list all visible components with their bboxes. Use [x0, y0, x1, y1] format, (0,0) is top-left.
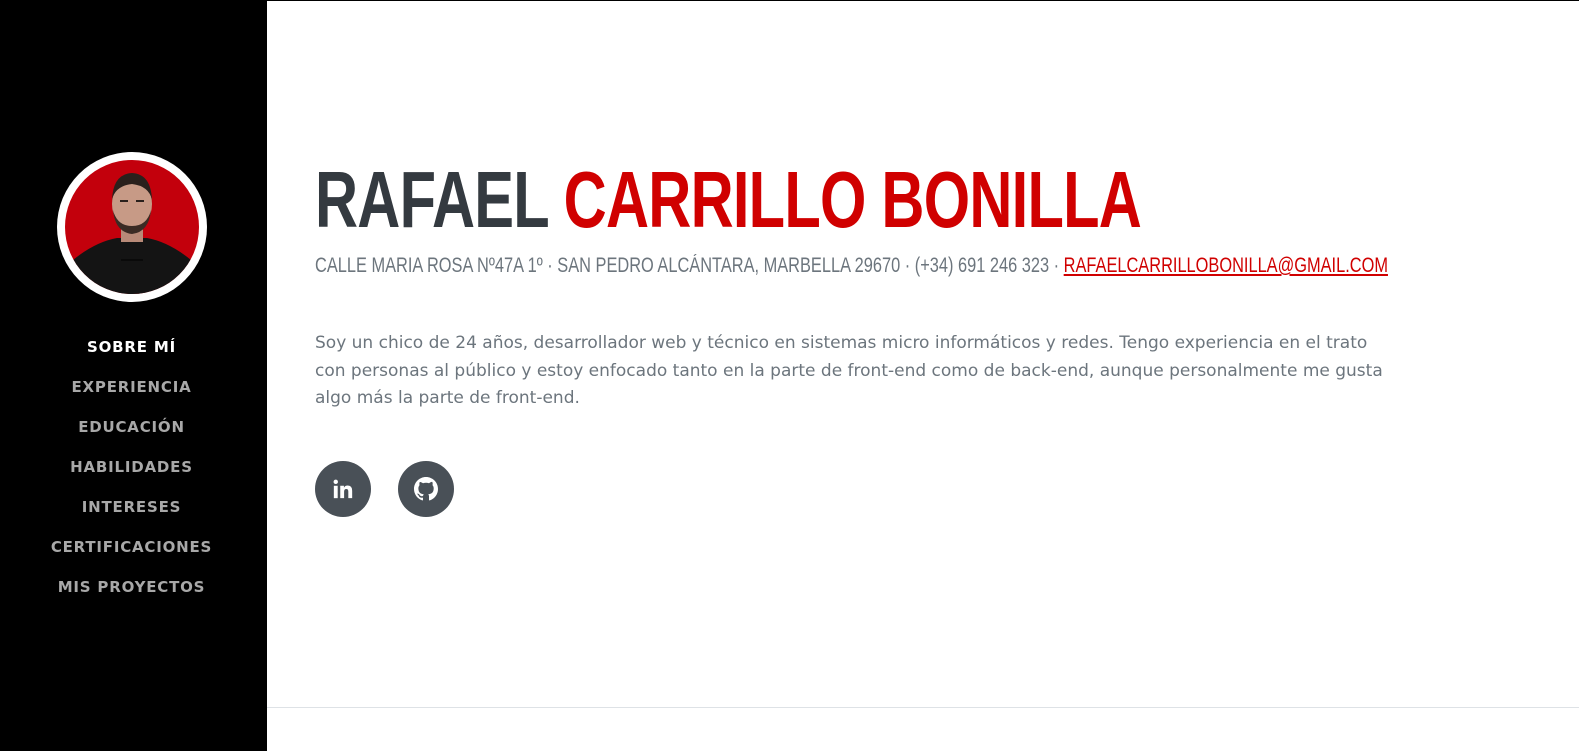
avatar: [57, 152, 207, 302]
address-text: CALLE MARIA ROSA Nº47A 1º · SAN PEDRO AL…: [315, 254, 1060, 277]
email-link[interactable]: RAFAELCARRILLOBONILLA@GMAIL.COM: [1064, 254, 1388, 277]
nav-item-certificaciones[interactable]: CERTIFICACIONES: [0, 531, 263, 571]
nav-item-habilidades[interactable]: HABILIDADES: [0, 451, 263, 491]
bottom-divider: [267, 707, 1579, 708]
nav-item-mis-proyectos[interactable]: MIS PROYECTOS: [0, 571, 263, 611]
nav-item-sobre-mi[interactable]: SOBRE MÍ: [0, 331, 263, 371]
about-text: Soy un chico de 24 años, desarrollador w…: [315, 333, 1383, 408]
nav-item-educacion[interactable]: EDUCACIÓN: [0, 411, 263, 451]
top-divider: [267, 0, 1579, 1]
sidebar-nav: SOBRE MÍ EXPERIENCIA EDUCACIÓN HABILIDADES I…: [0, 331, 263, 611]
last-name: CARRILLO BONILLA: [563, 155, 1142, 244]
nav-item-intereses[interactable]: INTERESES: [0, 491, 263, 531]
main-content: RAFAEL CARRILLO BONILLA CALLE MARIA ROSA…: [315, 150, 1415, 282]
sidebar: SOBRE MÍ EXPERIENCIA EDUCACIÓN HABILIDADES I…: [0, 0, 267, 751]
nav-item-experiencia[interactable]: EXPERIENCIA: [0, 371, 263, 411]
page-title: RAFAEL CARRILLO BONILLA: [315, 150, 1142, 250]
linkedin-icon: [333, 479, 353, 499]
linkedin-button[interactable]: [315, 461, 371, 517]
profile-photo: [65, 160, 199, 294]
github-button[interactable]: [398, 461, 454, 517]
github-icon: [414, 477, 438, 501]
contact-line: CALLE MARIA ROSA Nº47A 1º · SAN PEDRO AL…: [315, 250, 1388, 282]
first-name: RAFAEL: [315, 155, 549, 244]
